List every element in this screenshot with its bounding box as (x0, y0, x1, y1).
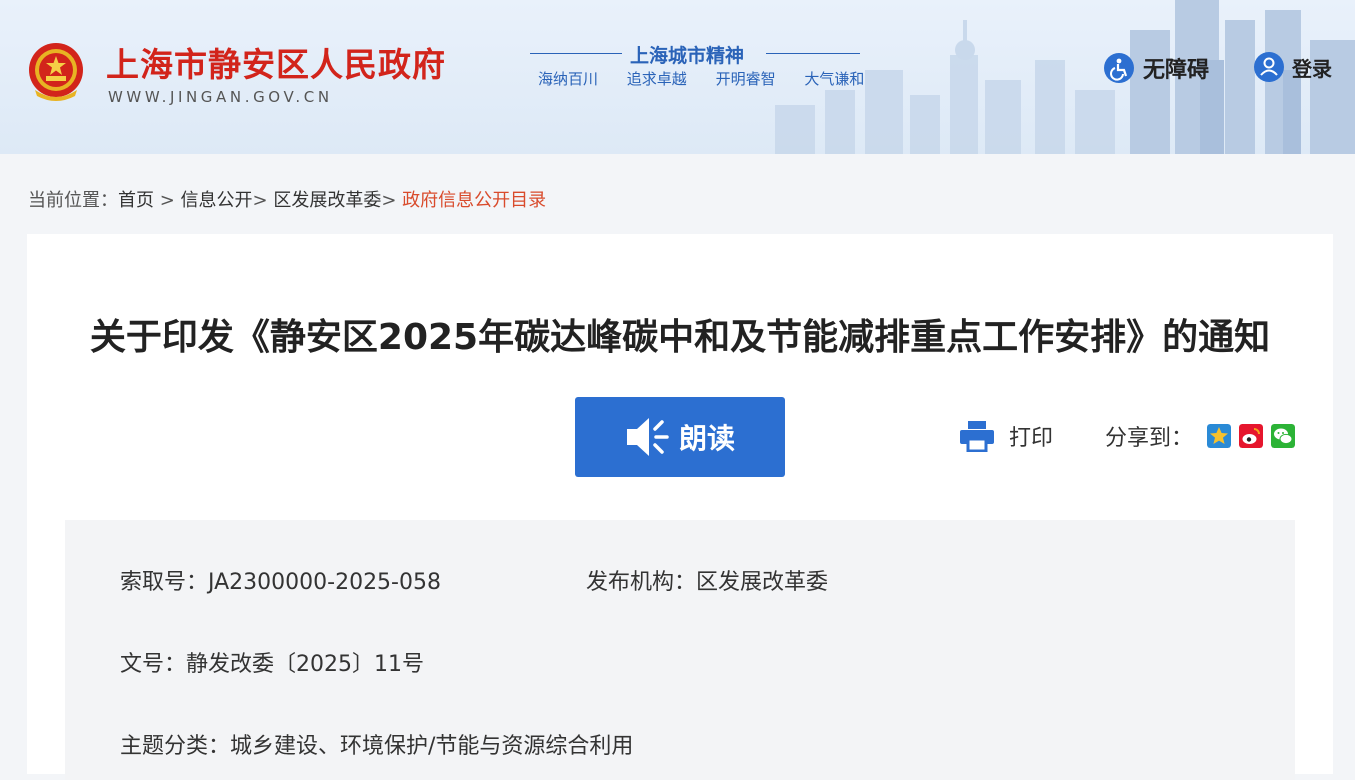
read-aloud-button[interactable]: 朗读 (575, 397, 785, 477)
divider-line (530, 53, 622, 54)
wheelchair-icon (1104, 53, 1134, 83)
article-card: 关于印发《静安区2025年碳达峰碳中和及节能减排重点工作安排》的通知 朗读 打印… (27, 234, 1333, 780)
login-button[interactable]: 登录 (1254, 52, 1332, 82)
breadcrumb-separator: > (381, 190, 403, 211)
index-number: 索取号：JA2300000-2025-058 (120, 570, 441, 595)
document-metadata: 索取号：JA2300000-2025-058 发布机构：区发展改革委 文号：静发… (65, 520, 1295, 780)
print-button[interactable]: 打印 (959, 420, 1053, 452)
spirit-word: 大气谦和 (804, 70, 865, 88)
site-name[interactable]: 上海市静安区人民政府 (106, 38, 446, 86)
qzone-icon[interactable] (1207, 424, 1232, 448)
wechat-icon[interactable] (1271, 424, 1296, 448)
spirit-word: 追求卓越 (626, 70, 687, 88)
breadcrumb-item-info-disclosure[interactable]: 信息公开 (181, 190, 253, 211)
print-label: 打印 (1009, 426, 1054, 451)
document-number: 文号：静发改委〔2025〕11号 (120, 652, 424, 677)
user-icon (1254, 52, 1284, 82)
site-url: WWW.JINGAN.GOV.CN (108, 88, 333, 106)
breadcrumb: 当前位置：首页 > 信息公开> 区发展改革委> 政府信息公开目录 (28, 186, 546, 212)
accessibility-label: 无障碍 (1143, 58, 1210, 83)
weibo-icon[interactable] (1239, 424, 1264, 448)
share-label: 分享到： (1105, 426, 1194, 451)
breadcrumb-separator: > (252, 190, 274, 211)
spirit-word: 海纳百川 (538, 70, 599, 88)
breadcrumb-separator: > (154, 190, 181, 211)
city-spirit-title: 上海城市精神 (630, 45, 745, 67)
speaker-icon (626, 418, 669, 456)
publisher: 发布机构：区发展改革委 (586, 570, 829, 595)
breadcrumb-item-department[interactable]: 区发展改革委 (273, 190, 381, 211)
site-header: 上海市静安区人民政府 WWW.JINGAN.GOV.CN 上海城市精神 海纳百川… (0, 0, 1355, 154)
breadcrumb-prefix: 当前位置： (28, 190, 118, 211)
national-emblem-icon (29, 43, 83, 101)
topic-category: 主题分类：城乡建设、环境保护/节能与资源综合利用 (120, 734, 634, 759)
login-label: 登录 (1292, 56, 1332, 81)
spirit-word: 开明睿智 (715, 70, 776, 88)
breadcrumb-item-home[interactable]: 首页 (118, 190, 154, 211)
read-aloud-label: 朗读 (678, 422, 735, 455)
article-title: 关于印发《静安区2025年碳达峰碳中和及节能减排重点工作安排》的通知 (89, 317, 1271, 358)
divider-line (766, 53, 860, 54)
breadcrumb-current[interactable]: 政府信息公开目录 (402, 190, 546, 211)
accessibility-button[interactable]: 无障碍 (1104, 52, 1209, 84)
printer-icon (960, 421, 994, 452)
city-spirit-words: 海纳百川 追求卓越 开明睿智 大气谦和 (538, 68, 878, 89)
share-bar: 分享到： (1105, 420, 1303, 452)
